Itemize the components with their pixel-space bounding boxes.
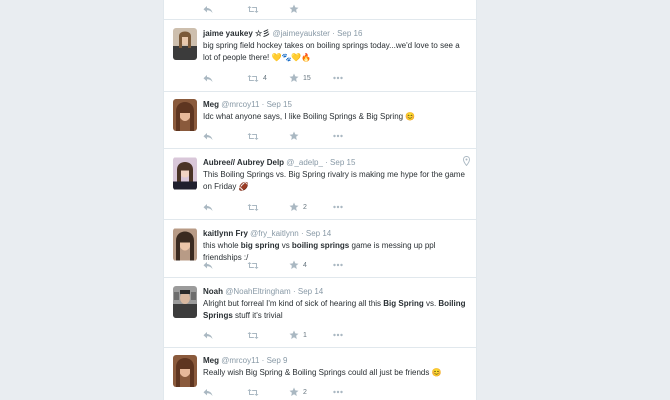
tweet-text: Really wish Big Spring & Boiling Springs… <box>203 368 442 377</box>
header-separator: · <box>325 158 328 167</box>
header-separator: · <box>300 229 304 238</box>
favorite-count: 1 <box>303 331 307 339</box>
tweet-card[interactable]: kaitlynn Fry @fry_kaitlynn · Sep 14 this… <box>164 220 476 278</box>
tweet-text: This Boiling Springs vs. Big Spring riva… <box>203 170 465 191</box>
tweet-card[interactable]: Noah @NoahEltringham · Sep 14 Alright bu… <box>164 278 476 348</box>
avatar[interactable] <box>173 157 197 190</box>
tweet-author-name[interactable]: jaime yaukey ☆彡 <box>203 29 270 38</box>
favorite-button[interactable]: 1 <box>289 329 307 341</box>
more-icon[interactable] <box>333 386 343 398</box>
reply-icon[interactable] <box>203 3 213 15</box>
tweet-author-name[interactable]: Aubree// Aubrey Delp <box>203 158 284 167</box>
tweet-timestamp[interactable]: Sep 15 <box>267 100 292 109</box>
favorite-count: 2 <box>303 388 307 396</box>
avatar[interactable] <box>173 286 197 318</box>
avatar[interactable] <box>173 228 197 261</box>
more-icon[interactable] <box>333 259 343 271</box>
tweet-timestamp[interactable]: Sep 14 <box>306 229 331 238</box>
tweet-card[interactable]: Meg @mrcoy11 · Sep 9 Really wish Big Spr… <box>164 348 476 400</box>
retweet-icon[interactable] <box>247 259 259 271</box>
star-icon[interactable] <box>289 3 299 15</box>
favorite-button[interactable]: 4 <box>289 259 307 271</box>
tweet-author-name[interactable]: kaitlynn Fry <box>203 229 248 238</box>
star-icon <box>289 387 299 396</box>
tweet-author-handle[interactable]: @jaimeyaukster <box>272 29 329 38</box>
retweet-icon[interactable] <box>247 329 259 341</box>
more-icon[interactable] <box>333 201 343 213</box>
header-separator: · <box>332 29 335 38</box>
tweet-card[interactable]: Meg @mrcoy11 · Sep 15 Idc what anyone sa… <box>164 92 476 149</box>
tweet-author-handle[interactable]: @_adelp_ <box>286 158 323 167</box>
tweet-author-handle[interactable]: @fry_kaitlynn <box>250 229 299 238</box>
tweet-timestamp[interactable]: Sep 9 <box>267 356 288 365</box>
header-separator: · <box>292 287 296 296</box>
tweet-timestamp[interactable]: Sep 16 <box>337 29 362 38</box>
tweet-author-handle[interactable]: @mrcoy11 <box>221 100 259 109</box>
tweet-text: Idc what anyone says, I like Boiling Spr… <box>203 112 416 121</box>
tweet-author-handle[interactable]: @mrcoy11 <box>221 356 259 365</box>
reply-icon[interactable] <box>203 329 213 341</box>
tweet-author-name[interactable]: Noah <box>203 287 223 296</box>
tweet-card[interactable]: Aubree// Aubrey Delp @_adelp_ · Sep 15 T… <box>164 149 476 220</box>
retweet-count: 4 <box>263 74 267 82</box>
avatar[interactable] <box>173 355 197 387</box>
reply-icon[interactable] <box>203 130 213 142</box>
tweet-timestamp[interactable]: Sep 14 <box>298 287 323 296</box>
tweet-author-handle[interactable]: @NoahEltringham <box>225 287 290 296</box>
favorite-count: 2 <box>303 203 307 211</box>
reply-icon[interactable] <box>203 201 213 213</box>
reply-icon[interactable] <box>203 72 213 84</box>
tweet-text: big spring field hockey takes on boiling… <box>203 41 460 62</box>
favorite-button[interactable]: 15 <box>289 72 311 84</box>
tweet-card[interactable]: jaime yaukey ☆彡 @jaimeyaukster · Sep 16 … <box>164 20 476 92</box>
star-icon <box>289 73 299 82</box>
star-icon[interactable] <box>289 130 299 142</box>
tweet-author-name[interactable]: Meg <box>203 100 219 109</box>
star-icon <box>289 330 299 339</box>
favorite-count: 4 <box>303 261 307 269</box>
reply-icon[interactable] <box>203 386 213 398</box>
retweet-icon[interactable] <box>247 3 259 15</box>
tweet-timeline: jaime yaukey ☆彡 @jaimeyaukster · Sep 16 … <box>163 0 477 400</box>
header-separator: · <box>261 100 265 109</box>
retweet-icon <box>247 74 259 82</box>
retweet-button[interactable]: 4 <box>247 72 267 84</box>
previous-tweet-actions <box>164 0 476 20</box>
more-icon[interactable] <box>333 72 343 84</box>
avatar[interactable] <box>173 99 197 131</box>
retweet-icon[interactable] <box>247 386 259 398</box>
retweet-icon[interactable] <box>247 201 259 213</box>
more-icon[interactable] <box>333 329 343 341</box>
retweet-icon[interactable] <box>247 130 259 142</box>
header-separator: · <box>261 356 265 365</box>
tweet-timestamp[interactable]: Sep 15 <box>330 158 355 167</box>
more-icon[interactable] <box>333 130 343 142</box>
reply-icon[interactable] <box>203 259 213 271</box>
favorite-button[interactable]: 2 <box>289 201 307 213</box>
favorite-count: 15 <box>303 74 311 82</box>
tweet-author-name[interactable]: Meg <box>203 356 219 365</box>
star-icon <box>289 202 299 211</box>
star-icon <box>289 260 299 269</box>
tweet-text: Alright but forreal I'm kind of sick of … <box>203 299 466 320</box>
favorite-button[interactable]: 2 <box>289 386 307 398</box>
avatar[interactable] <box>173 28 197 60</box>
